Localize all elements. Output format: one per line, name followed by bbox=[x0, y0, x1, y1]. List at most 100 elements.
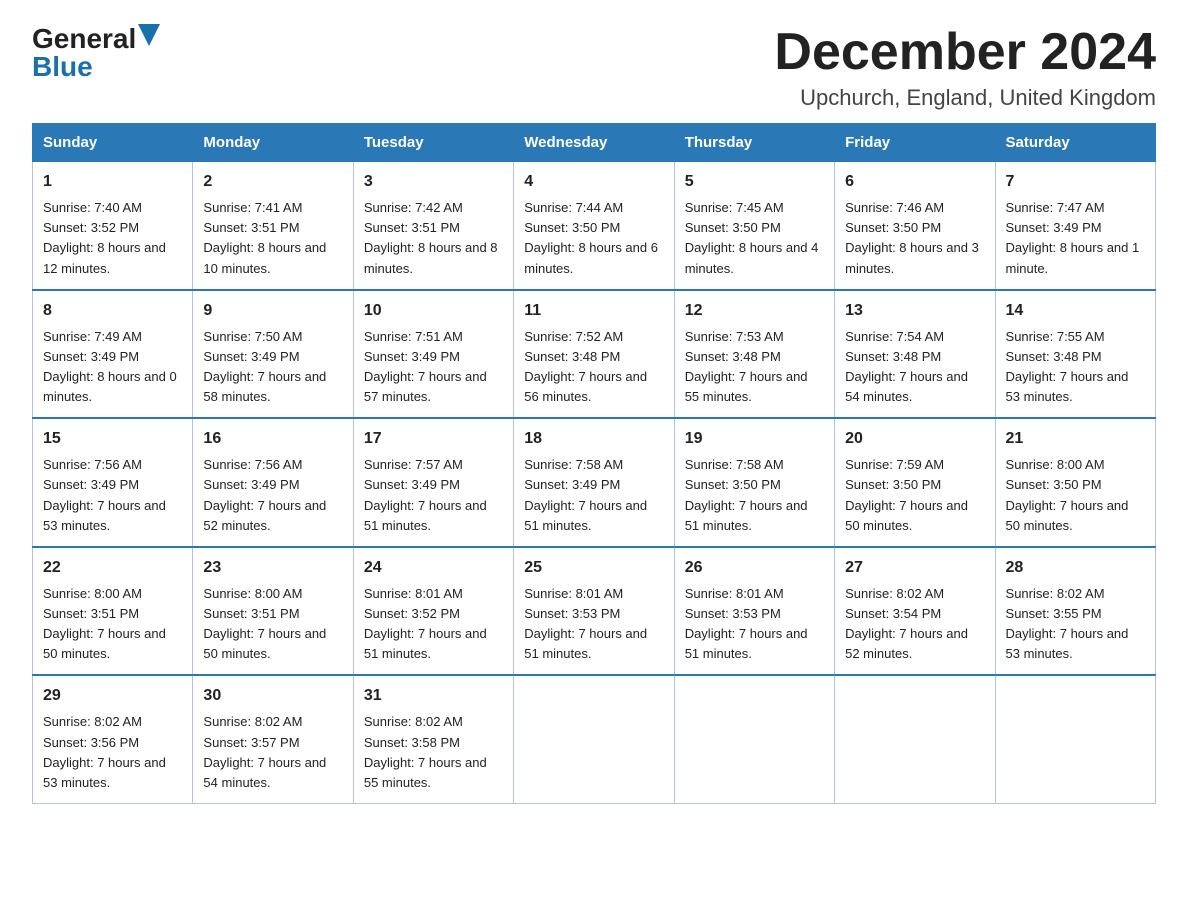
week-row-1: 1 Sunrise: 7:40 AMSunset: 3:52 PMDayligh… bbox=[33, 162, 1156, 290]
day-number: 31 bbox=[364, 684, 503, 708]
empty-cell bbox=[514, 675, 674, 803]
day-cell-13: 13 Sunrise: 7:54 AMSunset: 3:48 PMDaylig… bbox=[835, 290, 995, 419]
day-number: 16 bbox=[203, 427, 342, 451]
day-cell-6: 6 Sunrise: 7:46 AMSunset: 3:50 PMDayligh… bbox=[835, 162, 995, 290]
day-number: 2 bbox=[203, 170, 342, 194]
day-number: 9 bbox=[203, 299, 342, 323]
day-cell-28: 28 Sunrise: 8:02 AMSunset: 3:55 PMDaylig… bbox=[995, 547, 1155, 676]
day-info: Sunrise: 7:52 AMSunset: 3:48 PMDaylight:… bbox=[524, 329, 647, 404]
day-info: Sunrise: 7:56 AMSunset: 3:49 PMDaylight:… bbox=[43, 457, 166, 532]
day-info: Sunrise: 7:50 AMSunset: 3:49 PMDaylight:… bbox=[203, 329, 326, 404]
day-number: 20 bbox=[845, 427, 984, 451]
day-info: Sunrise: 7:46 AMSunset: 3:50 PMDaylight:… bbox=[845, 200, 979, 275]
day-info: Sunrise: 7:51 AMSunset: 3:49 PMDaylight:… bbox=[364, 329, 487, 404]
day-cell-14: 14 Sunrise: 7:55 AMSunset: 3:48 PMDaylig… bbox=[995, 290, 1155, 419]
day-number: 12 bbox=[685, 299, 824, 323]
day-cell-7: 7 Sunrise: 7:47 AMSunset: 3:49 PMDayligh… bbox=[995, 162, 1155, 290]
day-cell-18: 18 Sunrise: 7:58 AMSunset: 3:49 PMDaylig… bbox=[514, 418, 674, 547]
day-info: Sunrise: 7:49 AMSunset: 3:49 PMDaylight:… bbox=[43, 329, 177, 404]
week-row-4: 22 Sunrise: 8:00 AMSunset: 3:51 PMDaylig… bbox=[33, 547, 1156, 676]
day-cell-22: 22 Sunrise: 8:00 AMSunset: 3:51 PMDaylig… bbox=[33, 547, 193, 676]
day-cell-25: 25 Sunrise: 8:01 AMSunset: 3:53 PMDaylig… bbox=[514, 547, 674, 676]
col-header-wednesday: Wednesday bbox=[514, 124, 674, 162]
day-info: Sunrise: 7:45 AMSunset: 3:50 PMDaylight:… bbox=[685, 200, 819, 275]
col-header-tuesday: Tuesday bbox=[353, 124, 513, 162]
day-info: Sunrise: 8:02 AMSunset: 3:57 PMDaylight:… bbox=[203, 714, 326, 789]
day-cell-21: 21 Sunrise: 8:00 AMSunset: 3:50 PMDaylig… bbox=[995, 418, 1155, 547]
day-info: Sunrise: 8:02 AMSunset: 3:55 PMDaylight:… bbox=[1006, 586, 1129, 661]
day-number: 30 bbox=[203, 684, 342, 708]
location: Upchurch, England, United Kingdom bbox=[774, 85, 1156, 111]
day-info: Sunrise: 8:00 AMSunset: 3:51 PMDaylight:… bbox=[203, 586, 326, 661]
day-cell-4: 4 Sunrise: 7:44 AMSunset: 3:50 PMDayligh… bbox=[514, 162, 674, 290]
day-info: Sunrise: 7:56 AMSunset: 3:49 PMDaylight:… bbox=[203, 457, 326, 532]
day-info: Sunrise: 8:02 AMSunset: 3:58 PMDaylight:… bbox=[364, 714, 487, 789]
title-block: December 2024 Upchurch, England, United … bbox=[774, 24, 1156, 111]
day-number: 22 bbox=[43, 556, 182, 580]
day-cell-29: 29 Sunrise: 8:02 AMSunset: 3:56 PMDaylig… bbox=[33, 675, 193, 803]
day-info: Sunrise: 7:41 AMSunset: 3:51 PMDaylight:… bbox=[203, 200, 326, 275]
logo: General Blue bbox=[32, 24, 160, 81]
day-number: 3 bbox=[364, 170, 503, 194]
day-number: 19 bbox=[685, 427, 824, 451]
day-info: Sunrise: 7:40 AMSunset: 3:52 PMDaylight:… bbox=[43, 200, 166, 275]
day-info: Sunrise: 7:57 AMSunset: 3:49 PMDaylight:… bbox=[364, 457, 487, 532]
col-header-sunday: Sunday bbox=[33, 124, 193, 162]
day-number: 23 bbox=[203, 556, 342, 580]
empty-cell bbox=[835, 675, 995, 803]
day-info: Sunrise: 7:44 AMSunset: 3:50 PMDaylight:… bbox=[524, 200, 658, 275]
day-cell-12: 12 Sunrise: 7:53 AMSunset: 3:48 PMDaylig… bbox=[674, 290, 834, 419]
page-header: General Blue December 2024 Upchurch, Eng… bbox=[0, 0, 1188, 123]
day-cell-24: 24 Sunrise: 8:01 AMSunset: 3:52 PMDaylig… bbox=[353, 547, 513, 676]
day-info: Sunrise: 8:01 AMSunset: 3:53 PMDaylight:… bbox=[524, 586, 647, 661]
empty-cell bbox=[674, 675, 834, 803]
day-number: 1 bbox=[43, 170, 182, 194]
day-number: 29 bbox=[43, 684, 182, 708]
logo-general-text: General bbox=[32, 25, 136, 53]
day-number: 5 bbox=[685, 170, 824, 194]
day-number: 7 bbox=[1006, 170, 1145, 194]
day-cell-2: 2 Sunrise: 7:41 AMSunset: 3:51 PMDayligh… bbox=[193, 162, 353, 290]
day-info: Sunrise: 8:01 AMSunset: 3:53 PMDaylight:… bbox=[685, 586, 808, 661]
logo-blue-text: Blue bbox=[32, 53, 93, 81]
day-number: 28 bbox=[1006, 556, 1145, 580]
day-info: Sunrise: 8:01 AMSunset: 3:52 PMDaylight:… bbox=[364, 586, 487, 661]
day-cell-30: 30 Sunrise: 8:02 AMSunset: 3:57 PMDaylig… bbox=[193, 675, 353, 803]
day-number: 14 bbox=[1006, 299, 1145, 323]
day-cell-23: 23 Sunrise: 8:00 AMSunset: 3:51 PMDaylig… bbox=[193, 547, 353, 676]
day-number: 17 bbox=[364, 427, 503, 451]
day-number: 15 bbox=[43, 427, 182, 451]
col-header-friday: Friday bbox=[835, 124, 995, 162]
empty-cell bbox=[995, 675, 1155, 803]
day-info: Sunrise: 8:02 AMSunset: 3:54 PMDaylight:… bbox=[845, 586, 968, 661]
day-number: 10 bbox=[364, 299, 503, 323]
day-number: 27 bbox=[845, 556, 984, 580]
day-cell-20: 20 Sunrise: 7:59 AMSunset: 3:50 PMDaylig… bbox=[835, 418, 995, 547]
day-number: 6 bbox=[845, 170, 984, 194]
day-cell-17: 17 Sunrise: 7:57 AMSunset: 3:49 PMDaylig… bbox=[353, 418, 513, 547]
day-cell-8: 8 Sunrise: 7:49 AMSunset: 3:49 PMDayligh… bbox=[33, 290, 193, 419]
month-title: December 2024 bbox=[774, 24, 1156, 81]
day-info: Sunrise: 7:55 AMSunset: 3:48 PMDaylight:… bbox=[1006, 329, 1129, 404]
day-cell-27: 27 Sunrise: 8:02 AMSunset: 3:54 PMDaylig… bbox=[835, 547, 995, 676]
day-info: Sunrise: 7:47 AMSunset: 3:49 PMDaylight:… bbox=[1006, 200, 1140, 275]
col-header-thursday: Thursday bbox=[674, 124, 834, 162]
day-cell-15: 15 Sunrise: 7:56 AMSunset: 3:49 PMDaylig… bbox=[33, 418, 193, 547]
day-cell-3: 3 Sunrise: 7:42 AMSunset: 3:51 PMDayligh… bbox=[353, 162, 513, 290]
day-info: Sunrise: 7:58 AMSunset: 3:49 PMDaylight:… bbox=[524, 457, 647, 532]
day-info: Sunrise: 8:02 AMSunset: 3:56 PMDaylight:… bbox=[43, 714, 166, 789]
day-info: Sunrise: 8:00 AMSunset: 3:51 PMDaylight:… bbox=[43, 586, 166, 661]
day-cell-9: 9 Sunrise: 7:50 AMSunset: 3:49 PMDayligh… bbox=[193, 290, 353, 419]
day-info: Sunrise: 7:58 AMSunset: 3:50 PMDaylight:… bbox=[685, 457, 808, 532]
day-cell-16: 16 Sunrise: 7:56 AMSunset: 3:49 PMDaylig… bbox=[193, 418, 353, 547]
day-number: 4 bbox=[524, 170, 663, 194]
day-number: 18 bbox=[524, 427, 663, 451]
day-cell-1: 1 Sunrise: 7:40 AMSunset: 3:52 PMDayligh… bbox=[33, 162, 193, 290]
col-header-saturday: Saturday bbox=[995, 124, 1155, 162]
calendar-table: SundayMondayTuesdayWednesdayThursdayFrid… bbox=[32, 123, 1156, 804]
day-info: Sunrise: 7:59 AMSunset: 3:50 PMDaylight:… bbox=[845, 457, 968, 532]
day-number: 25 bbox=[524, 556, 663, 580]
day-cell-11: 11 Sunrise: 7:52 AMSunset: 3:48 PMDaylig… bbox=[514, 290, 674, 419]
day-cell-31: 31 Sunrise: 8:02 AMSunset: 3:58 PMDaylig… bbox=[353, 675, 513, 803]
day-cell-26: 26 Sunrise: 8:01 AMSunset: 3:53 PMDaylig… bbox=[674, 547, 834, 676]
